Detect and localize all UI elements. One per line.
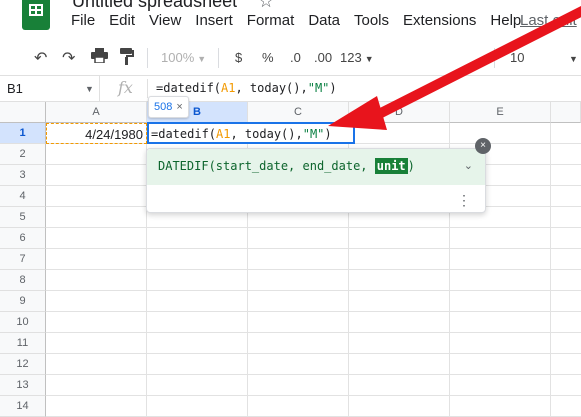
last-edit-link[interactable]: Last edit <box>520 12 577 29</box>
number-format-label: 123 <box>340 50 362 65</box>
menu-bar: File Edit View Insert Format Data Tools … <box>64 12 528 29</box>
row-header-4[interactable]: 4 <box>0 186 46 207</box>
chevron-down-icon[interactable]: ▼ <box>85 84 94 94</box>
name-box-value: B1 <box>7 81 23 96</box>
number-format-select[interactable]: 123 ▼ <box>340 50 374 65</box>
column-header-d[interactable]: D <box>349 102 450 123</box>
chevron-down-icon: ▼ <box>569 54 578 64</box>
row-header-13[interactable]: 13 <box>0 375 46 396</box>
menu-tools[interactable]: Tools <box>347 12 396 29</box>
currency-button[interactable]: $ <box>235 50 242 65</box>
row-header-10[interactable]: 10 <box>0 312 46 333</box>
menu-extensions[interactable]: Extensions <box>396 12 483 29</box>
cell-b1-editor[interactable]: =datedif(A1, today(),"M") <box>147 122 355 144</box>
cell-formula-prefix: =datedif( <box>151 127 217 141</box>
formula-middle: , today(), <box>235 81 308 95</box>
undo-icon[interactable]: ↶ <box>34 48 47 68</box>
cell-formula-ref: A1 <box>216 127 231 141</box>
select-all-corner[interactable] <box>0 102 46 123</box>
formula-bar-divider <box>147 79 148 98</box>
signature-active-argument: unit <box>374 158 408 174</box>
font-size-caret[interactable]: ▼ <box>566 50 578 65</box>
signature-prefix: DATEDIF(start_date, end_date, <box>158 159 375 173</box>
decrease-decimal-label: .0 <box>290 50 301 65</box>
document-title[interactable]: Untitled spreadsheet <box>72 0 237 12</box>
row-header-3[interactable]: 3 <box>0 165 46 186</box>
menu-view[interactable]: View <box>142 12 188 29</box>
row-header-7[interactable]: 7 <box>0 249 46 270</box>
chevron-down-icon: ▼ <box>364 54 374 64</box>
cell-formula-suffix: ) <box>324 127 332 141</box>
star-icon[interactable]: ☆ <box>258 0 274 12</box>
row-header-5[interactable]: 5 <box>0 207 46 228</box>
close-icon[interactable]: × <box>176 101 182 113</box>
font-size-select[interactable]: 10 <box>510 50 524 65</box>
zoom-value: 100% <box>161 50 195 65</box>
formula-bar: B1 ▼ fx =datedif(A1, today(),"M") <box>0 76 581 102</box>
chevron-down-icon: ▼ <box>483 54 492 64</box>
toolbar-divider <box>147 48 148 68</box>
redo-icon[interactable]: ↷ <box>62 48 75 68</box>
print-icon[interactable] <box>91 48 108 68</box>
column-header-e[interactable]: E <box>450 102 551 123</box>
menu-data[interactable]: Data <box>301 12 347 29</box>
paint-format-icon[interactable] <box>120 48 134 70</box>
sheets-logo-icon[interactable] <box>22 0 50 30</box>
menu-format[interactable]: Format <box>240 12 302 29</box>
close-icon[interactable]: × <box>475 138 491 154</box>
formula-prefix: =datedif( <box>156 81 222 95</box>
function-signature[interactable]: DATEDIF(start_date, end_date, unit) <box>147 149 485 185</box>
percent-button[interactable]: % <box>262 50 274 65</box>
cell-formula-string: "M" <box>302 127 325 141</box>
signature-suffix: ) <box>407 159 415 173</box>
row-header-14[interactable]: 14 <box>0 396 46 417</box>
row-header-11[interactable]: 11 <box>0 333 46 354</box>
row-header-9[interactable]: 9 <box>0 291 46 312</box>
chevron-down-icon: ▼ <box>197 54 207 64</box>
row-header-8[interactable]: 8 <box>0 270 46 291</box>
title-bar: Untitled spreadsheet ☆ File Edit View In… <box>0 0 581 40</box>
formula-string: "M" <box>307 81 330 95</box>
cell-formula-middle: , today(), <box>230 127 303 141</box>
toolbar-divider <box>494 48 495 68</box>
zoom-select[interactable]: 100% ▼ <box>161 50 206 65</box>
row-header-12[interactable]: 12 <box>0 354 46 375</box>
row-header-6[interactable]: 6 <box>0 228 46 249</box>
formula-ref: A1 <box>221 81 236 95</box>
formula-result-preview: 508 × <box>148 96 189 118</box>
formula-help-popup: DATEDIF(start_date, end_date, unit) ⌄ ⋮ <box>146 148 486 213</box>
cell-a1[interactable]: 4/24/1980 <box>46 123 147 144</box>
fx-icon: fx <box>118 78 133 97</box>
font-select-caret[interactable]: ▼ <box>480 50 492 65</box>
chevron-down-icon[interactable]: ⌄ <box>464 159 473 172</box>
menu-insert[interactable]: Insert <box>188 12 240 29</box>
formula-input[interactable]: =datedif(A1, today(),"M") <box>156 81 337 95</box>
row-header-2[interactable]: 2 <box>0 144 46 165</box>
column-header-a[interactable]: A <box>46 102 147 123</box>
increase-decimal-button[interactable]: .00 <box>314 50 332 65</box>
sheet-grid[interactable]: A B C D E 1 2 3 4 5 6 7 8 9 10 11 12 13 … <box>0 96 581 417</box>
column-header-c[interactable]: C <box>248 102 349 123</box>
decrease-decimal-button[interactable]: .0 <box>290 50 301 65</box>
menu-edit[interactable]: Edit <box>102 12 142 29</box>
row-header-1[interactable]: 1 <box>0 123 46 144</box>
menu-file[interactable]: File <box>64 12 102 29</box>
result-preview-value: 508 <box>154 101 173 113</box>
more-options-icon[interactable]: ⋮ <box>457 193 471 207</box>
formula-suffix: ) <box>329 81 337 95</box>
toolbar: ↶ ↷ 100% ▼ $ % .0 .00 123 ▼ ▼ 10 ▼ <box>0 40 581 76</box>
toolbar-divider <box>218 48 219 68</box>
column-header-f[interactable] <box>551 102 581 123</box>
increase-decimal-label: .00 <box>314 50 333 65</box>
